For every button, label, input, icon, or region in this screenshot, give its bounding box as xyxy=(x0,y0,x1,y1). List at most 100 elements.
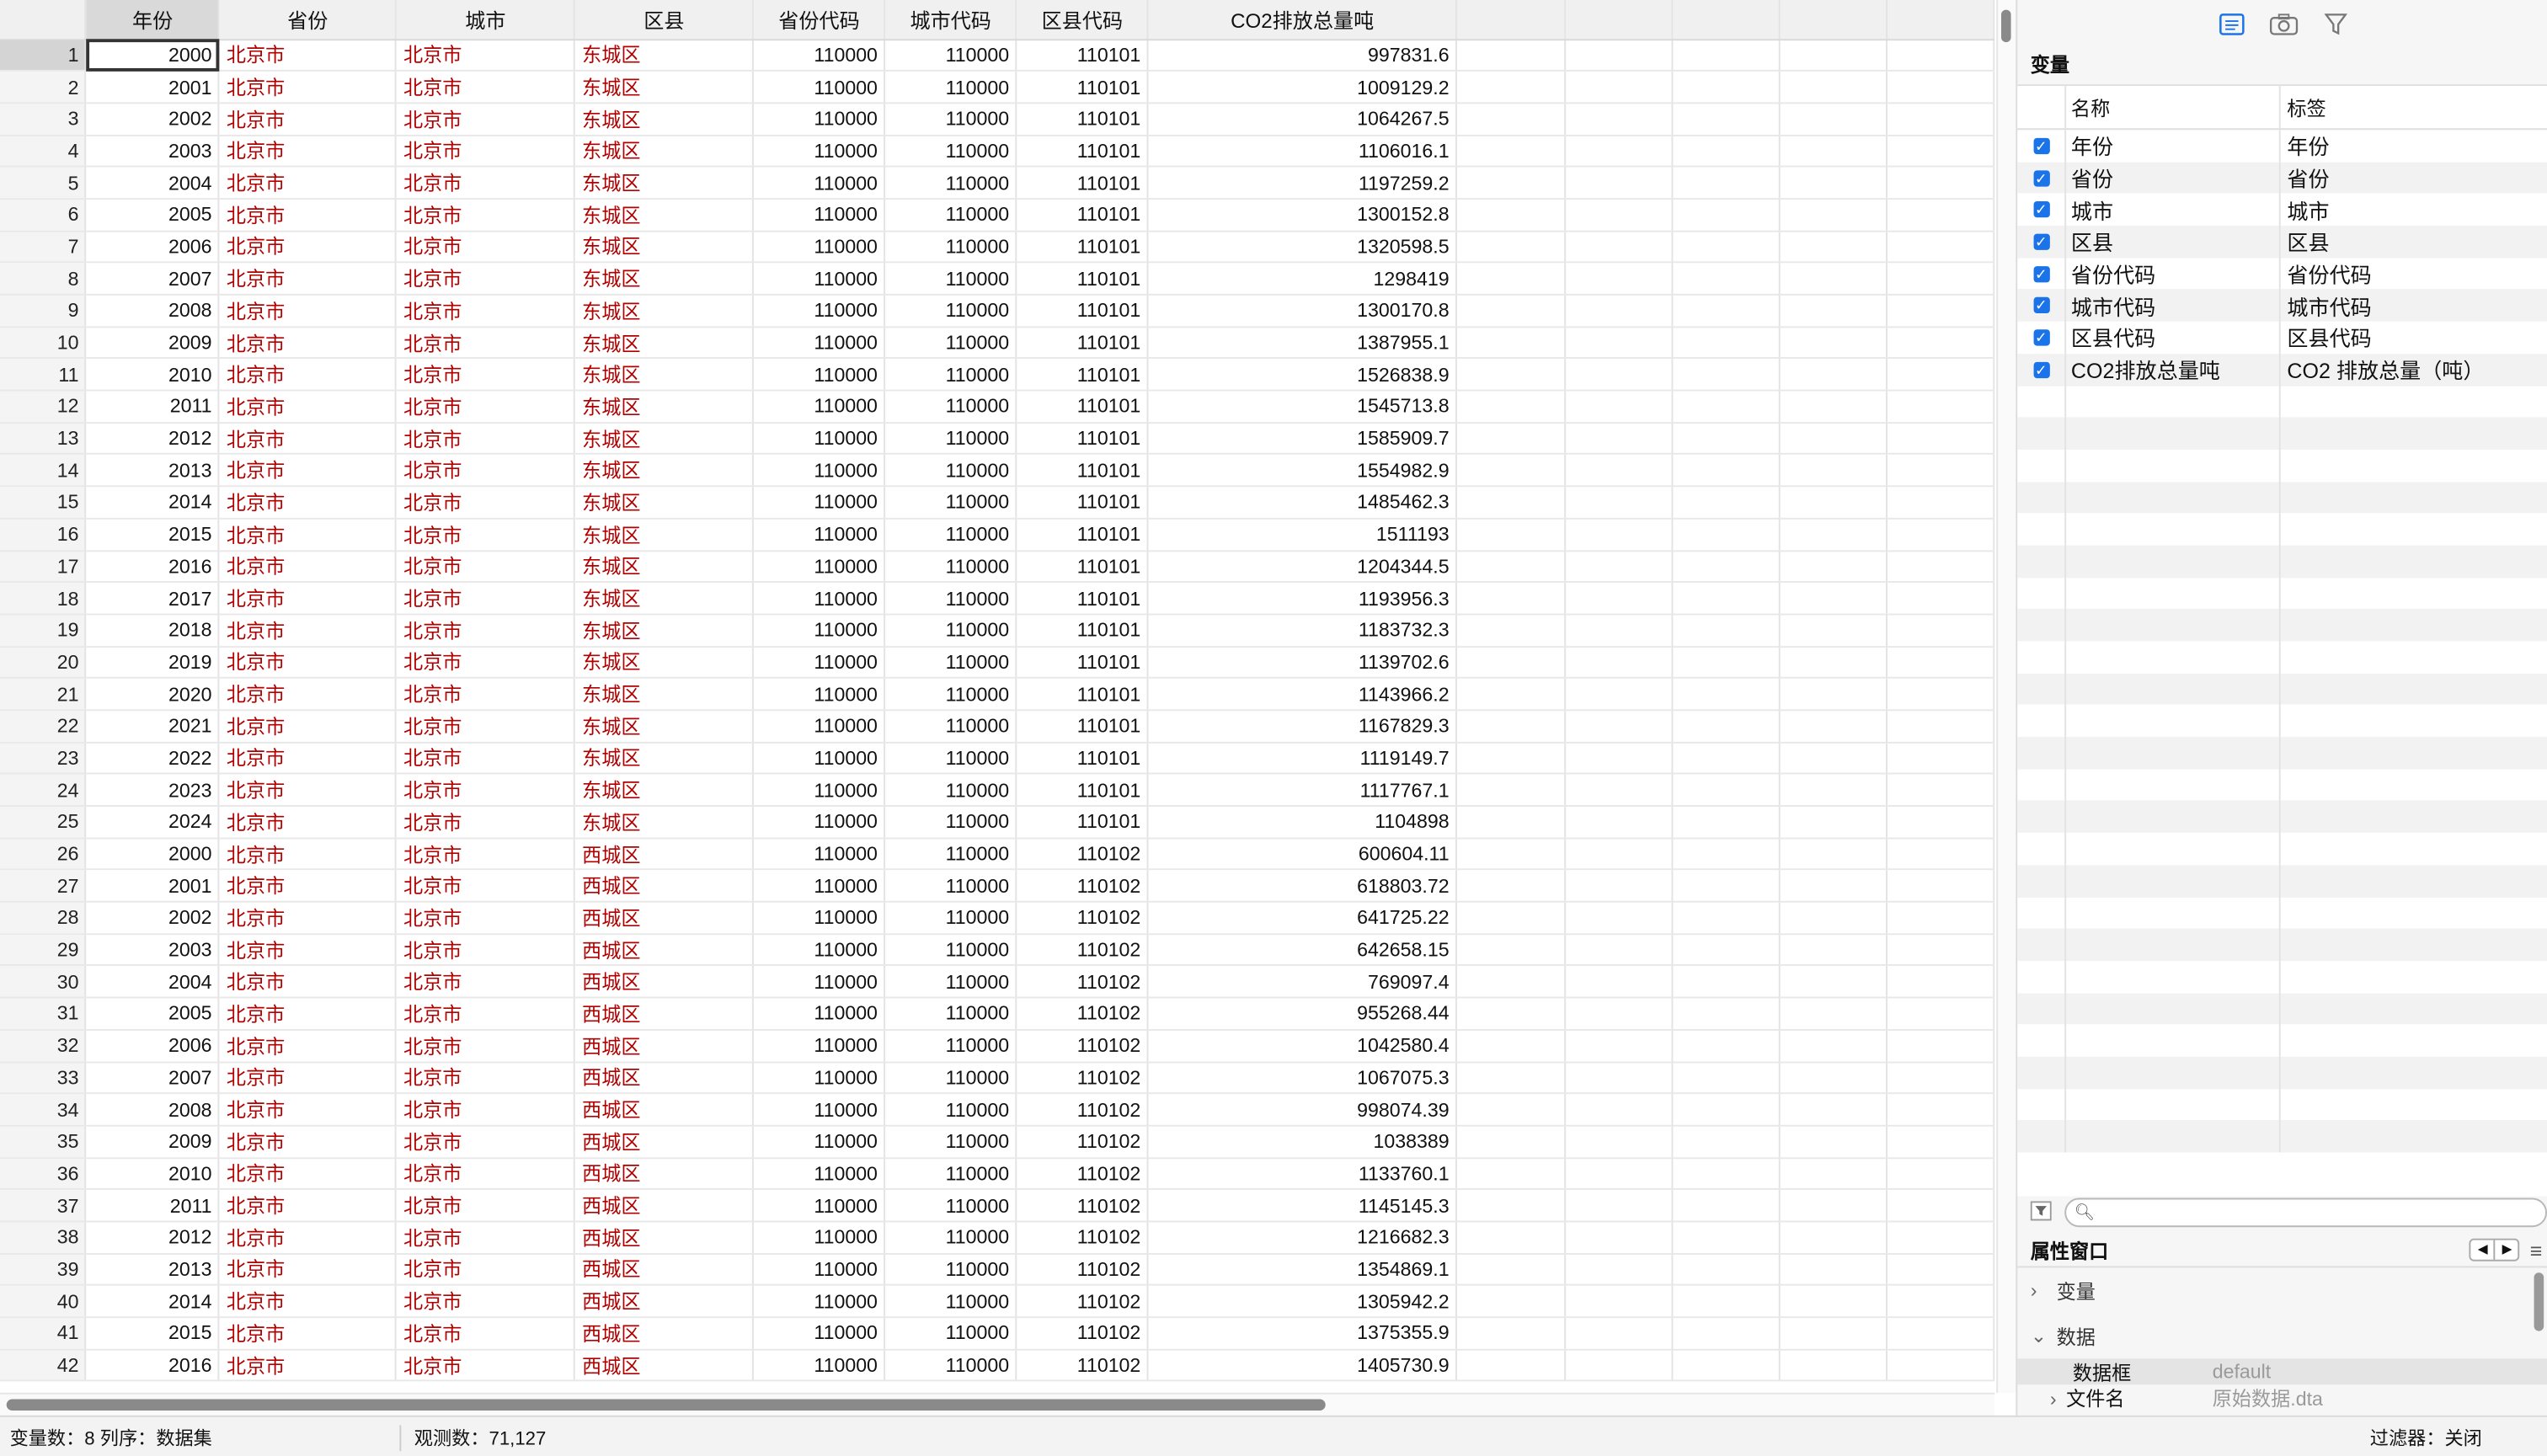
cell-number[interactable]: 110101 xyxy=(1016,167,1149,200)
cell-number[interactable]: 110102 xyxy=(1016,1093,1149,1127)
cell-string[interactable]: 北京市 xyxy=(219,806,398,839)
cell-number[interactable]: 110102 xyxy=(1016,1125,1149,1159)
cell-number[interactable]: 110000 xyxy=(753,390,886,424)
cell-number[interactable]: 110000 xyxy=(884,1317,1017,1351)
table-row[interactable]: 23 2022 北京市 北京市 东城区 110000 110000 110101 1119149… xyxy=(0,742,1995,776)
cell-number[interactable]: 2014 xyxy=(86,486,221,520)
data-table[interactable]: 年份 省份 城市 区县 省份代码 城市代码 区县代码 CO2排放总量吨 1 2000 北京市 北京市… xyxy=(0,0,1995,1383)
cell-number[interactable]: 110102 xyxy=(1016,1061,1149,1095)
cell-string[interactable]: 北京市 xyxy=(219,1093,398,1127)
cell-string[interactable]: 北京市 xyxy=(396,582,576,616)
cell-number[interactable]: 110000 xyxy=(884,742,1017,776)
cell-string[interactable]: 北京市 xyxy=(396,294,576,328)
cell-string[interactable]: 东城区 xyxy=(574,199,755,232)
cell-string[interactable]: 东城区 xyxy=(574,71,755,104)
cell-string[interactable]: 北京市 xyxy=(219,422,398,456)
cell-number[interactable]: 600604.11 xyxy=(1147,837,1458,871)
cell-string[interactable]: 北京市 xyxy=(396,39,576,72)
table-row[interactable]: 42 2016 北京市 北京市 西城区 110000 110000 110102 1405730… xyxy=(0,1349,1995,1383)
table-row[interactable]: 38 2012 北京市 北京市 西城区 110000 110000 110102 1216682… xyxy=(0,1221,1995,1255)
cell-number[interactable]: 2016 xyxy=(86,1349,221,1383)
cell-number[interactable]: 2000 xyxy=(86,837,221,871)
cell-number[interactable]: 110000 xyxy=(884,1253,1017,1287)
cell-string[interactable]: 北京市 xyxy=(219,326,398,360)
cell-number[interactable]: 110000 xyxy=(753,454,886,488)
variable-row[interactable]: ✓ 年份 年份 xyxy=(2017,130,2547,163)
cell-number[interactable]: 110000 xyxy=(884,230,1017,264)
cell-number[interactable]: 110102 xyxy=(1016,1157,1149,1191)
cell-number[interactable]: 110000 xyxy=(753,262,886,296)
cell-string[interactable]: 北京市 xyxy=(396,103,576,136)
cell-number[interactable]: 2015 xyxy=(86,1317,221,1351)
cell-number[interactable]: 110000 xyxy=(753,358,886,392)
cell-string[interactable]: 北京市 xyxy=(396,1157,576,1191)
cell-number[interactable]: 110000 xyxy=(884,1093,1017,1127)
cell-string[interactable]: 东城区 xyxy=(574,167,755,200)
cell-number[interactable]: 1298419 xyxy=(1147,262,1458,296)
cell-number[interactable]: 110000 xyxy=(753,806,886,839)
table-row[interactable]: 10 2009 北京市 北京市 东城区 110000 110000 110101 1387955… xyxy=(0,326,1995,360)
cell-string[interactable]: 北京市 xyxy=(219,390,398,424)
cell-number[interactable]: 110000 xyxy=(884,1221,1017,1255)
cell-number[interactable]: 110000 xyxy=(753,39,886,72)
row-number[interactable]: 23 xyxy=(0,742,88,776)
cell-number[interactable]: 110000 xyxy=(753,1029,886,1063)
cell-number[interactable]: 110000 xyxy=(884,71,1017,104)
cell-number[interactable]: 110000 xyxy=(884,135,1017,168)
cell-string[interactable]: 北京市 xyxy=(396,454,576,488)
cell-number[interactable]: 2019 xyxy=(86,646,221,680)
cell-string[interactable]: 北京市 xyxy=(219,901,398,935)
cell-string[interactable]: 西城区 xyxy=(574,1061,755,1095)
row-number[interactable]: 10 xyxy=(0,326,88,360)
cell-number[interactable]: 110102 xyxy=(1016,837,1149,871)
cell-number[interactable]: 1119149.7 xyxy=(1147,742,1458,776)
cell-string[interactable]: 东城区 xyxy=(574,646,755,680)
cell-number[interactable]: 110101 xyxy=(1016,390,1149,424)
cell-string[interactable]: 北京市 xyxy=(219,614,398,648)
row-number[interactable]: 24 xyxy=(0,774,88,807)
cell-number[interactable]: 2009 xyxy=(86,1125,221,1159)
cell-number[interactable]: 110000 xyxy=(753,199,886,232)
variable-row[interactable]: ✓ 省份代码 省份代码 xyxy=(2017,257,2547,290)
cell-number[interactable]: 2013 xyxy=(86,1253,221,1287)
cell-number[interactable]: 110000 xyxy=(753,1253,886,1287)
cell-number[interactable]: 2020 xyxy=(86,678,221,712)
row-number[interactable]: 25 xyxy=(0,806,88,839)
cell-number[interactable]: 110000 xyxy=(753,422,886,456)
cell-number[interactable]: 2004 xyxy=(86,167,221,200)
cell-number[interactable]: 110000 xyxy=(884,933,1017,967)
cell-number[interactable]: 110101 xyxy=(1016,294,1149,328)
table-row[interactable]: 12 2011 北京市 北京市 东城区 110000 110000 110101 1545713… xyxy=(0,390,1995,424)
table-row[interactable]: 24 2023 北京市 北京市 东城区 110000 110000 110101 1117767… xyxy=(0,774,1995,807)
cell-string[interactable]: 东城区 xyxy=(574,742,755,776)
cell-number[interactable]: 110000 xyxy=(753,869,886,903)
cell-number[interactable]: 1143966.2 xyxy=(1147,678,1458,712)
table-row[interactable]: 17 2016 北京市 北京市 东城区 110000 110000 110101 1204344… xyxy=(0,550,1995,584)
cell-string[interactable]: 北京市 xyxy=(219,742,398,776)
cell-number[interactable]: 2015 xyxy=(86,518,221,552)
cell-number[interactable]: 1104898 xyxy=(1147,806,1458,839)
cell-number[interactable]: 110101 xyxy=(1016,646,1149,680)
cell-number[interactable]: 110101 xyxy=(1016,518,1149,552)
row-number[interactable]: 9 xyxy=(0,294,88,328)
cell-number[interactable]: 2004 xyxy=(86,965,221,999)
cell-string[interactable]: 西城区 xyxy=(574,1285,755,1319)
row-number[interactable]: 22 xyxy=(0,710,88,744)
cell-string[interactable]: 北京市 xyxy=(219,774,398,807)
cell-string[interactable]: 北京市 xyxy=(219,230,398,264)
cell-number[interactable]: 110000 xyxy=(884,965,1017,999)
row-number[interactable]: 32 xyxy=(0,1029,88,1063)
cell-string[interactable]: 北京市 xyxy=(396,422,576,456)
variable-row[interactable]: ✓ 省份 省份 xyxy=(2017,162,2547,195)
cell-string[interactable]: 北京市 xyxy=(396,1189,576,1223)
table-row[interactable]: 18 2017 北京市 北京市 东城区 110000 110000 110101 1193956… xyxy=(0,582,1995,616)
cell-number[interactable]: 110102 xyxy=(1016,1317,1149,1351)
cell-number[interactable]: 110000 xyxy=(753,1061,886,1095)
cell-string[interactable]: 北京市 xyxy=(219,1349,398,1383)
cell-string[interactable]: 西城区 xyxy=(574,1349,755,1383)
cell-number[interactable]: 110000 xyxy=(884,806,1017,839)
cell-string[interactable]: 西城区 xyxy=(574,965,755,999)
cell-number[interactable]: 110000 xyxy=(753,1317,886,1351)
row-number[interactable]: 27 xyxy=(0,869,88,903)
cell-number[interactable]: 1305942.2 xyxy=(1147,1285,1458,1319)
